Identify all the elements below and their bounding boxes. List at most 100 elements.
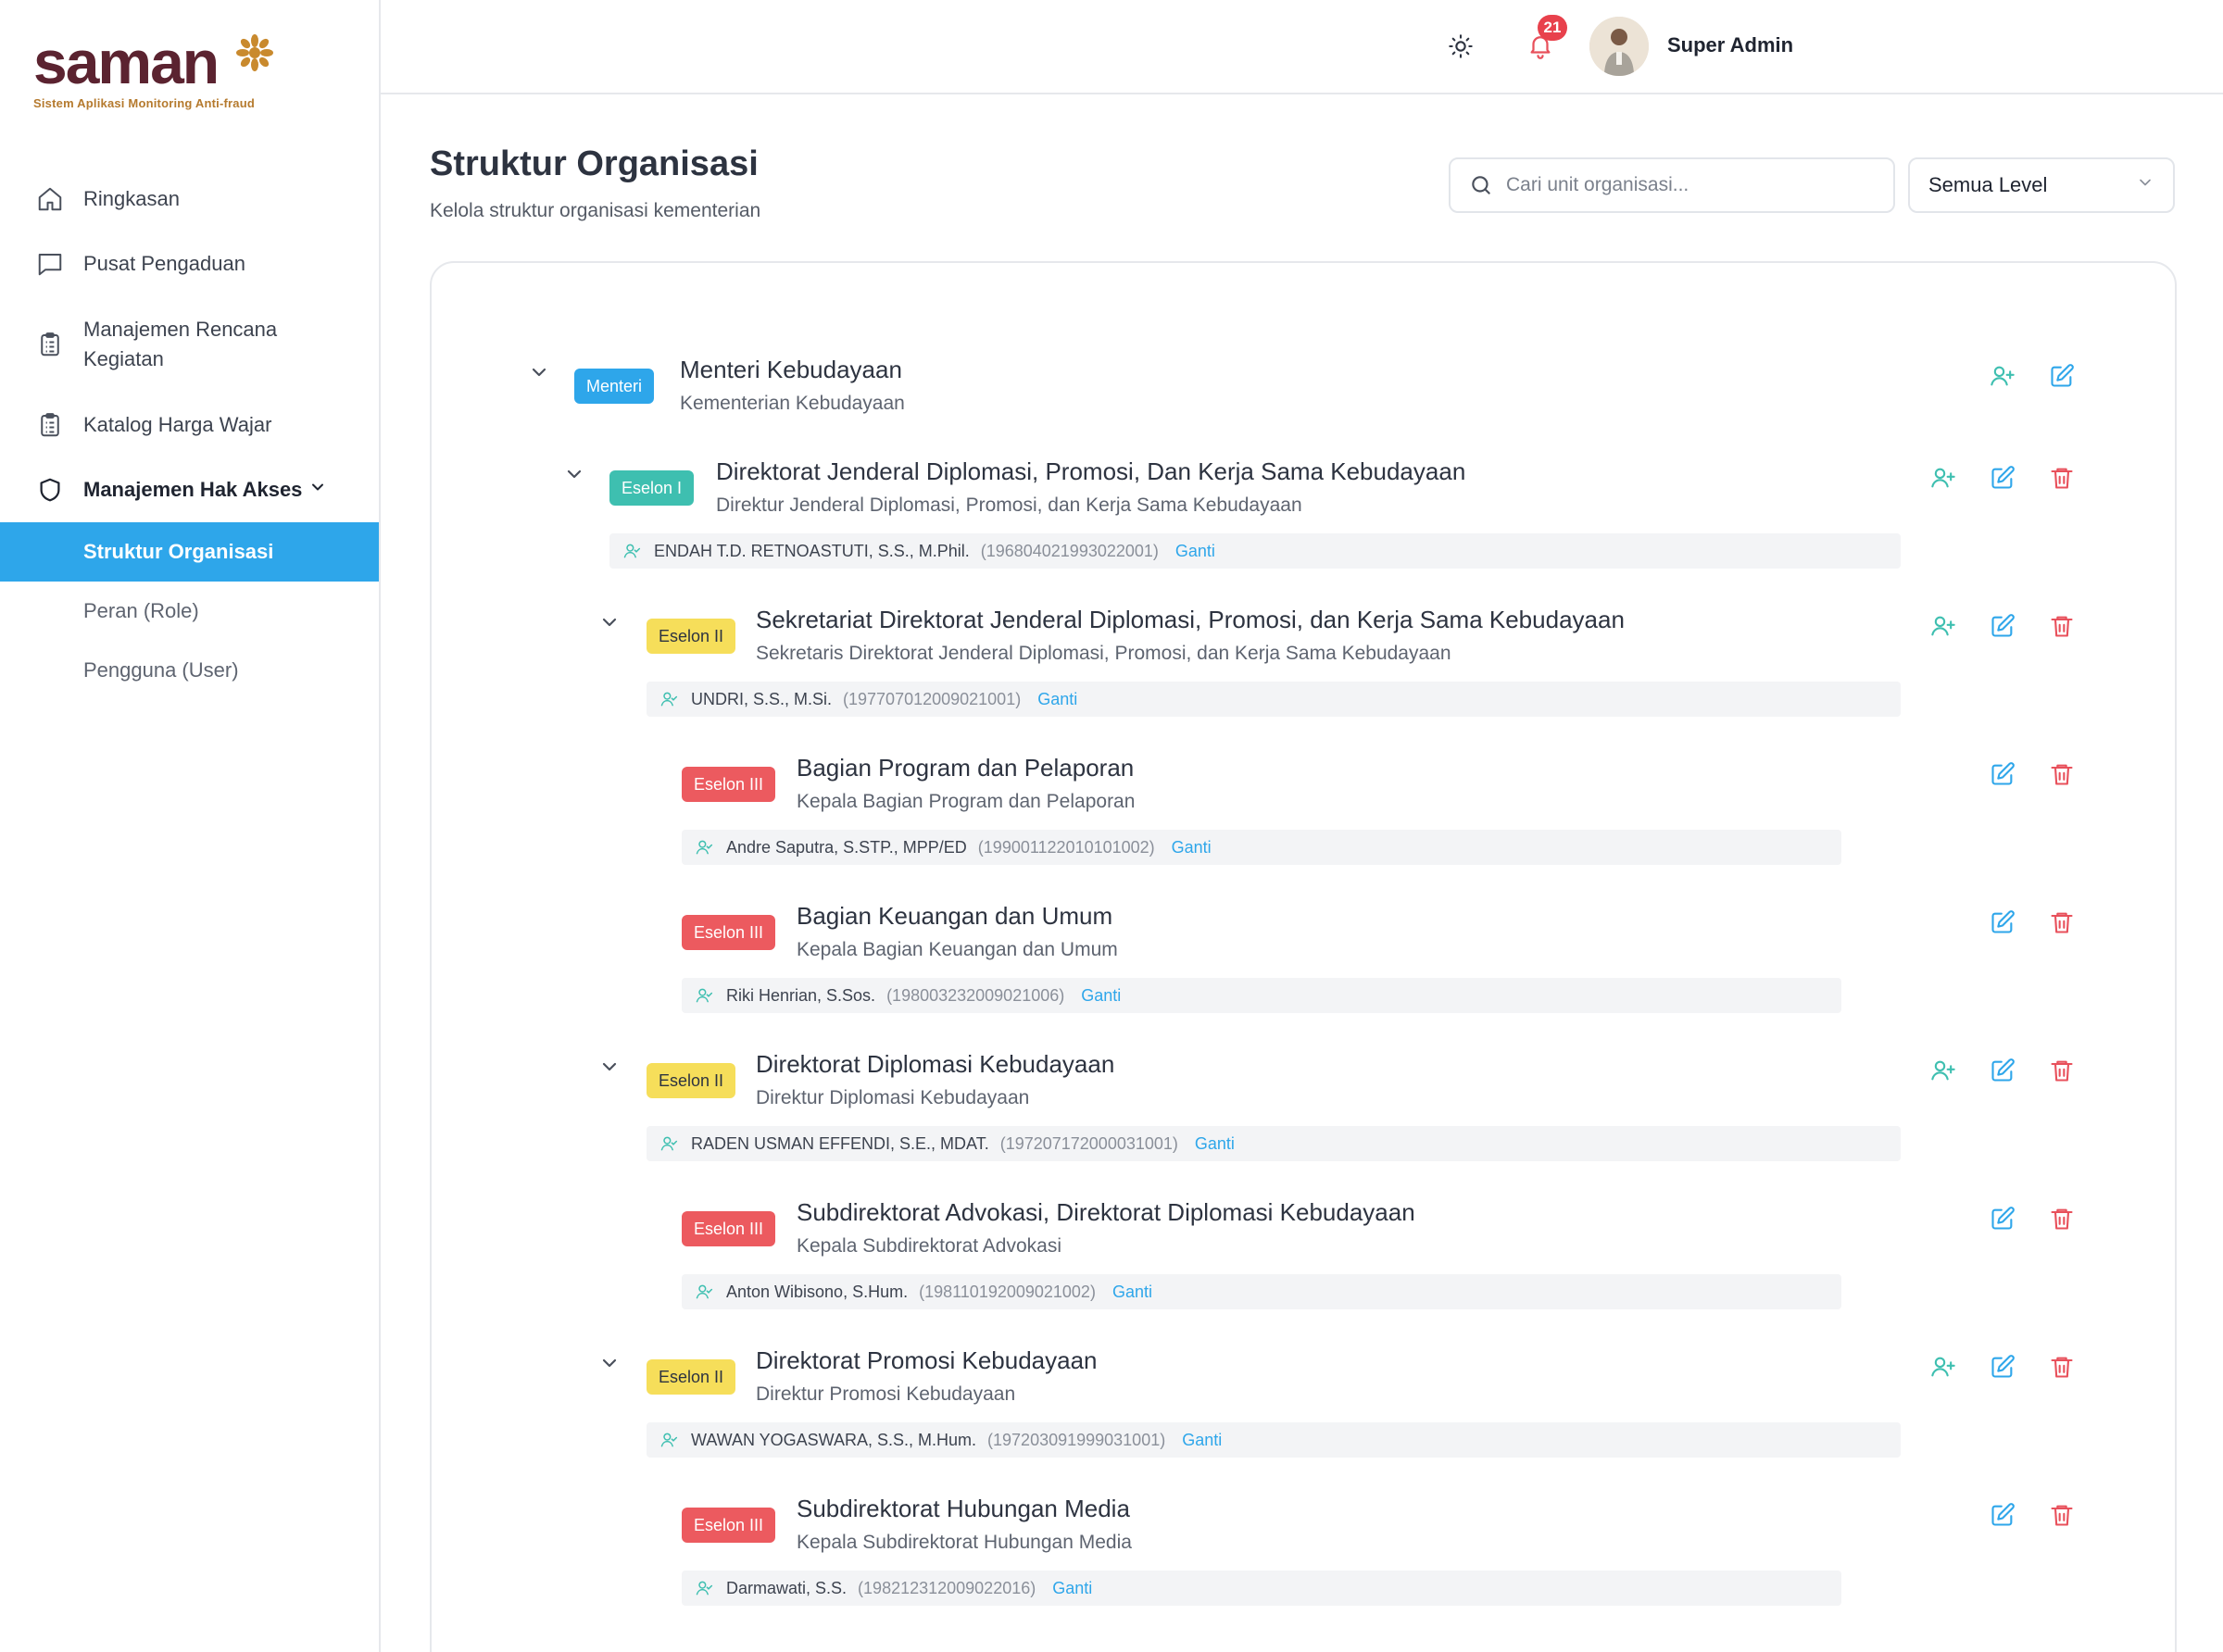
- trash-icon[interactable]: [2049, 465, 2075, 491]
- level-badge: Eselon II: [647, 619, 736, 654]
- holder-name: ENDAH T.D. RETNOASTUTI, S.S., M.Phil.: [654, 541, 970, 560]
- person-icon: [660, 1136, 678, 1151]
- edit-icon[interactable]: [1990, 909, 2016, 935]
- add-user-icon[interactable]: [1930, 465, 1956, 491]
- person-icon: [696, 1284, 713, 1299]
- edit-icon[interactable]: [1990, 613, 2016, 639]
- add-user-icon[interactable]: [1930, 1354, 1956, 1380]
- collapse-chevron-icon[interactable]: [598, 1352, 621, 1374]
- position-holder: RADEN USMAN EFFENDI, S.E., MDAT. (197207…: [647, 1126, 1901, 1161]
- chevron-down-icon: [308, 478, 327, 502]
- sidebar-item-label: Pusat Pengaduan: [83, 252, 245, 275]
- collapse-chevron-icon[interactable]: [563, 463, 585, 485]
- logo[interactable]: saman Sistem Aplikasi Monitoring Anti-fr…: [33, 28, 273, 110]
- avatar[interactable]: [1589, 17, 1649, 76]
- holder-nip: (199001122010101002): [977, 837, 1155, 857]
- holder-nip: (197207172000031001): [999, 1133, 1178, 1153]
- edit-icon[interactable]: [1990, 1502, 2016, 1528]
- trash-icon[interactable]: [2049, 1354, 2075, 1380]
- unit-subtitle: Kementerian Kebudayaan: [680, 393, 905, 414]
- sidebar-item-ringkasan[interactable]: Ringkasan: [0, 167, 379, 232]
- unit-subtitle: Direktur Jenderal Diplomasi, Promosi, da…: [716, 494, 1302, 516]
- change-holder-link[interactable]: Ganti: [1175, 542, 1215, 561]
- change-holder-link[interactable]: Ganti: [1037, 690, 1077, 709]
- unit-subtitle: Kepala Subdirektorat Advokasi: [797, 1235, 1062, 1257]
- sidebar-item-label: Manajemen Rencana Kegiatan: [83, 318, 278, 370]
- position-holder: Riki Henrian, S.Sos. (198003232009021006…: [682, 978, 1841, 1013]
- position-holder: UNDRI, S.S., M.Si. (197707012009021001) …: [647, 682, 1901, 717]
- logo-wordmark: saman: [33, 28, 220, 96]
- unit-title: Bagian Program dan Pelaporan: [797, 754, 1135, 782]
- collapse-chevron-icon[interactable]: [598, 611, 621, 633]
- holder-nip: (196804021993022001): [980, 541, 1159, 560]
- add-user-icon[interactable]: [1930, 1058, 1956, 1083]
- home-icon: [35, 184, 65, 214]
- page-subtitle: Kelola struktur organisasi kementerian: [430, 200, 761, 221]
- theme-toggle-sun-icon[interactable]: [1448, 33, 1474, 59]
- holder-nip: (198110192009021002): [919, 1282, 1096, 1301]
- user-name[interactable]: Super Admin: [1667, 33, 1793, 57]
- person-icon: [696, 988, 713, 1003]
- edit-icon[interactable]: [1990, 761, 2016, 787]
- sidebar-item-katalog-harga-wajar[interactable]: Katalog Harga Wajar: [0, 393, 379, 457]
- user-avatar-icon: [1589, 17, 1649, 76]
- sidebar-subitem-pengguna[interactable]: Pengguna (User): [0, 641, 379, 700]
- person-icon: [623, 544, 641, 558]
- position-holder: ENDAH T.D. RETNOASTUTI, S.S., M.Phil. (1…: [609, 533, 1901, 569]
- logo-tagline: Sistem Aplikasi Monitoring Anti-fraud: [33, 96, 256, 110]
- edit-icon[interactable]: [2049, 363, 2075, 389]
- unit-subtitle: Direktur Promosi Kebudayaan: [756, 1383, 1016, 1405]
- logo-flower-icon: [236, 34, 273, 71]
- change-holder-link[interactable]: Ganti: [1052, 1579, 1092, 1598]
- unit-title: Subdirektorat Hubungan Media: [797, 1495, 1130, 1522]
- person-icon: [696, 840, 713, 855]
- trash-icon[interactable]: [2049, 761, 2075, 787]
- search-input[interactable]: [1506, 174, 1877, 196]
- level-badge: Eselon II: [647, 1063, 736, 1098]
- unit-title: Subdirektorat Advokasi, Direktorat Diplo…: [797, 1198, 1415, 1226]
- holder-name: Anton Wibisono, S.Hum.: [726, 1282, 909, 1301]
- change-holder-link[interactable]: Ganti: [1172, 838, 1212, 857]
- sidebar-nav: Ringkasan Pusat Pengaduan Manajemen Renc…: [0, 167, 379, 700]
- edit-icon[interactable]: [1990, 1206, 2016, 1232]
- unit-subtitle: Sekretaris Direktorat Jenderal Diplomasi…: [756, 643, 1451, 664]
- edit-icon[interactable]: [1990, 1354, 2016, 1380]
- org-tree-card: Menteri Menteri Kebudayaan Kementerian K…: [430, 261, 2177, 1652]
- search-box: [1449, 157, 1895, 213]
- change-holder-link[interactable]: Ganti: [1112, 1283, 1152, 1302]
- change-holder-link[interactable]: Ganti: [1182, 1431, 1222, 1450]
- sidebar-subitem-peran[interactable]: Peran (Role): [0, 582, 379, 641]
- trash-icon[interactable]: [2049, 1206, 2075, 1232]
- sidebar-item-pusat-pengaduan[interactable]: Pusat Pengaduan: [0, 232, 379, 296]
- sidebar-subitem-struktur-organisasi[interactable]: Struktur Organisasi: [0, 522, 379, 582]
- add-user-icon[interactable]: [1990, 363, 2016, 389]
- level-filter-select[interactable]: Semua Level: [1908, 157, 2175, 213]
- edit-icon[interactable]: [1990, 1058, 2016, 1083]
- sidebar-item-label: Ringkasan: [83, 187, 180, 210]
- add-user-icon[interactable]: [1930, 613, 1956, 639]
- trash-icon[interactable]: [2049, 613, 2075, 639]
- unit-subtitle: Kepala Bagian Program dan Pelaporan: [797, 791, 1136, 812]
- unit-title: Direktorat Diplomasi Kebudayaan: [756, 1050, 1115, 1078]
- holder-nip: (198003232009021006): [886, 985, 1065, 1005]
- change-holder-link[interactable]: Ganti: [1081, 986, 1121, 1006]
- chat-icon: [35, 249, 65, 279]
- holder-name: Andre Saputra, S.STP., MPP/ED: [726, 837, 967, 857]
- position-holder: Darmawati, S.S. (198212312009022016) Gan…: [682, 1571, 1841, 1606]
- chevron-down-icon: [2136, 173, 2154, 197]
- level-badge: Eselon II: [647, 1359, 736, 1395]
- trash-icon[interactable]: [2049, 909, 2075, 935]
- collapse-chevron-icon[interactable]: [528, 361, 550, 383]
- level-badge: Menteri: [574, 369, 655, 404]
- change-holder-link[interactable]: Ganti: [1195, 1134, 1235, 1154]
- holder-name: Riki Henrian, S.Sos.: [726, 985, 876, 1005]
- holder-name: UNDRI, S.S., M.Si.: [691, 689, 833, 708]
- trash-icon[interactable]: [2049, 1058, 2075, 1083]
- sidebar-item-manajemen-hak-akses[interactable]: Manajemen Hak Akses: [0, 457, 379, 522]
- trash-icon[interactable]: [2049, 1502, 2075, 1528]
- page-title: Struktur Organisasi: [430, 144, 759, 183]
- notification-count-badge: 21: [1538, 15, 1567, 41]
- collapse-chevron-icon[interactable]: [598, 1056, 621, 1078]
- sidebar-item-manajemen-rencana-kegiatan[interactable]: Manajemen Rencana Kegiatan: [0, 296, 379, 393]
- edit-icon[interactable]: [1990, 465, 2016, 491]
